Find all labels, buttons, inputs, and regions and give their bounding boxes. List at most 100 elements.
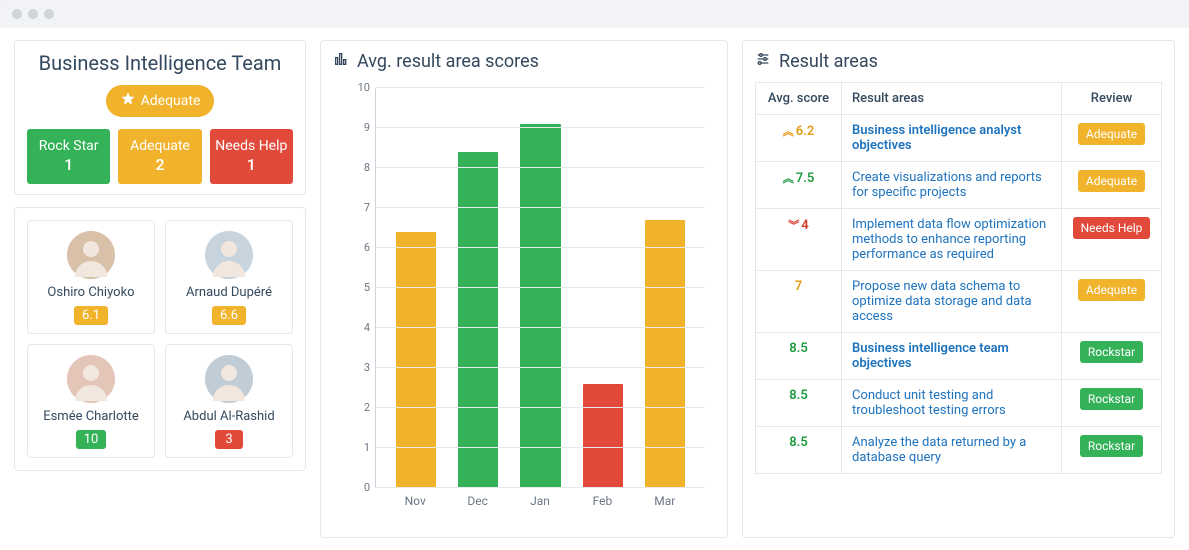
result-area-cell: Create visualizations and reports for sp… — [842, 162, 1062, 209]
table-row: ︽7.5 Create visualizations and reports fo… — [756, 162, 1162, 209]
chart-bar[interactable] — [458, 152, 498, 488]
person-name: Oshiro Chiyoko — [34, 285, 148, 300]
review-badge[interactable]: Rockstar — [1080, 341, 1143, 363]
review-badge[interactable]: Adequate — [1078, 123, 1145, 145]
person-name: Esmée Charlotte — [34, 409, 148, 424]
avg-score-cell: 7 — [756, 271, 842, 333]
chart-bar[interactable] — [583, 384, 623, 488]
y-tick-label: 7 — [346, 201, 370, 214]
col-header-area[interactable]: Result areas — [842, 83, 1062, 115]
status-label: Adequate — [130, 138, 190, 154]
chart-area: 012345678910 NovDecJanFebMar — [333, 82, 715, 528]
col-header-review[interactable]: Review — [1062, 83, 1162, 115]
bar-chart-icon — [333, 51, 349, 72]
result-area-link[interactable]: Implement data flow optimization methods… — [852, 217, 1046, 262]
result-area-link[interactable]: Business intelligence team objectives — [852, 341, 1009, 371]
avg-score-value: 8.5 — [789, 435, 808, 450]
avg-score-cell: ︽7.5 — [756, 162, 842, 209]
table-row: 8.5 Analyze the data returned by a databa… — [756, 427, 1162, 474]
sliders-icon — [755, 51, 771, 72]
review-cell: Needs Help — [1062, 209, 1162, 271]
chevron-down-icon: ︾ — [788, 219, 799, 232]
status-count: 1 — [31, 155, 106, 176]
chart-panel: Avg. result area scores 012345678910 Nov… — [320, 40, 728, 538]
star-icon — [120, 91, 136, 111]
person-card[interactable]: Esmée Charlotte 10 — [27, 344, 155, 458]
avatar — [205, 355, 253, 403]
y-tick-label: 2 — [346, 401, 370, 414]
x-tick-label: Jan — [520, 494, 560, 508]
person-card[interactable]: Abdul Al-Rashid 3 — [165, 344, 293, 458]
gridline: 6 — [376, 247, 705, 248]
chart-panel-title: Avg. result area scores — [333, 51, 715, 72]
chart-bar[interactable] — [396, 232, 436, 488]
gridline: 7 — [376, 207, 705, 208]
y-tick-label: 9 — [346, 121, 370, 134]
gridline: 4 — [376, 327, 705, 328]
status-count: 2 — [122, 155, 197, 176]
review-cell: Rockstar — [1062, 427, 1162, 474]
result-area-cell: Business intelligence analyst objectives — [842, 115, 1062, 162]
team-name: Business Intelligence Team — [27, 51, 293, 75]
status-box-orange[interactable]: Adequate2 — [118, 129, 201, 184]
col-header-score[interactable]: Avg. score — [756, 83, 842, 115]
gridline: 2 — [376, 407, 705, 408]
person-name: Abdul Al-Rashid — [172, 409, 286, 424]
avg-score-value: 4 — [801, 218, 808, 233]
result-area-link[interactable]: Business intelligence analyst objectives — [852, 123, 1021, 153]
result-area-link[interactable]: Conduct unit testing and troubleshoot te… — [852, 388, 1006, 418]
window-dot — [28, 9, 38, 19]
table-row: 8.5 Business intelligence team objectives… — [756, 333, 1162, 380]
result-area-cell: Conduct unit testing and troubleshoot te… — [842, 380, 1062, 427]
gridline: 5 — [376, 287, 705, 288]
review-cell: Rockstar — [1062, 333, 1162, 380]
status-box-red[interactable]: Needs Help1 — [210, 129, 293, 184]
review-badge[interactable]: Rockstar — [1080, 388, 1143, 410]
avg-score-value: 8.5 — [789, 341, 808, 356]
x-tick-label: Dec — [457, 494, 497, 508]
table-row: ︽6.2Business intelligence analyst object… — [756, 115, 1162, 162]
person-name: Arnaud Dupéré — [172, 285, 286, 300]
result-areas-title-text: Result areas — [779, 51, 878, 72]
person-score-chip: 3 — [215, 430, 243, 449]
review-badge[interactable]: Rockstar — [1080, 435, 1143, 457]
result-areas-column: Result areas Avg. score Result areas Rev… — [742, 40, 1175, 538]
window-titlebar — [0, 0, 1189, 28]
x-tick-label: Mar — [645, 494, 685, 508]
chevron-up-icon: ︽ — [783, 172, 794, 185]
avg-score-value: 7 — [795, 279, 802, 294]
y-tick-label: 1 — [346, 441, 370, 454]
y-tick-label: 0 — [346, 481, 370, 494]
review-cell: Rockstar — [1062, 380, 1162, 427]
avatar — [205, 231, 253, 279]
status-label: Rock Star — [39, 138, 99, 154]
avg-score-cell: 8.5 — [756, 380, 842, 427]
result-area-cell: Business intelligence team objectives — [842, 333, 1062, 380]
team-overall-badge: Adequate — [106, 85, 215, 117]
review-badge[interactable]: Needs Help — [1073, 217, 1151, 239]
gridline: 0 — [376, 487, 705, 488]
chart-bar[interactable] — [520, 124, 560, 488]
review-badge[interactable]: Adequate — [1078, 170, 1145, 192]
status-row: Rock Star1Adequate2Needs Help1 — [27, 129, 293, 184]
person-score-chip: 6.1 — [74, 306, 108, 325]
review-badge[interactable]: Adequate — [1078, 279, 1145, 301]
person-score-chip: 10 — [76, 430, 107, 449]
review-cell: Adequate — [1062, 271, 1162, 333]
result-area-link[interactable]: Create visualizations and reports for sp… — [852, 170, 1042, 200]
result-area-cell: Analyze the data returned by a database … — [842, 427, 1062, 474]
person-card[interactable]: Arnaud Dupéré 6.6 — [165, 220, 293, 334]
table-header-row: Avg. score Result areas Review — [756, 83, 1162, 115]
person-score-chip: 6.6 — [212, 306, 246, 325]
y-tick-label: 6 — [346, 241, 370, 254]
result-area-link[interactable]: Analyze the data returned by a database … — [852, 435, 1026, 465]
status-box-green[interactable]: Rock Star1 — [27, 129, 110, 184]
avg-score-value: 7.5 — [796, 171, 815, 186]
person-card[interactable]: Oshiro Chiyoko 6.1 — [27, 220, 155, 334]
avg-score-cell: 8.5 — [756, 333, 842, 380]
team-summary-panel: Business Intelligence Team Adequate Rock… — [14, 40, 306, 195]
result-area-link[interactable]: Propose new data schema to optimize data… — [852, 279, 1032, 324]
chart-x-labels: NovDecJanFebMar — [375, 488, 705, 508]
gridline: 10 — [376, 87, 705, 88]
avatar — [67, 231, 115, 279]
